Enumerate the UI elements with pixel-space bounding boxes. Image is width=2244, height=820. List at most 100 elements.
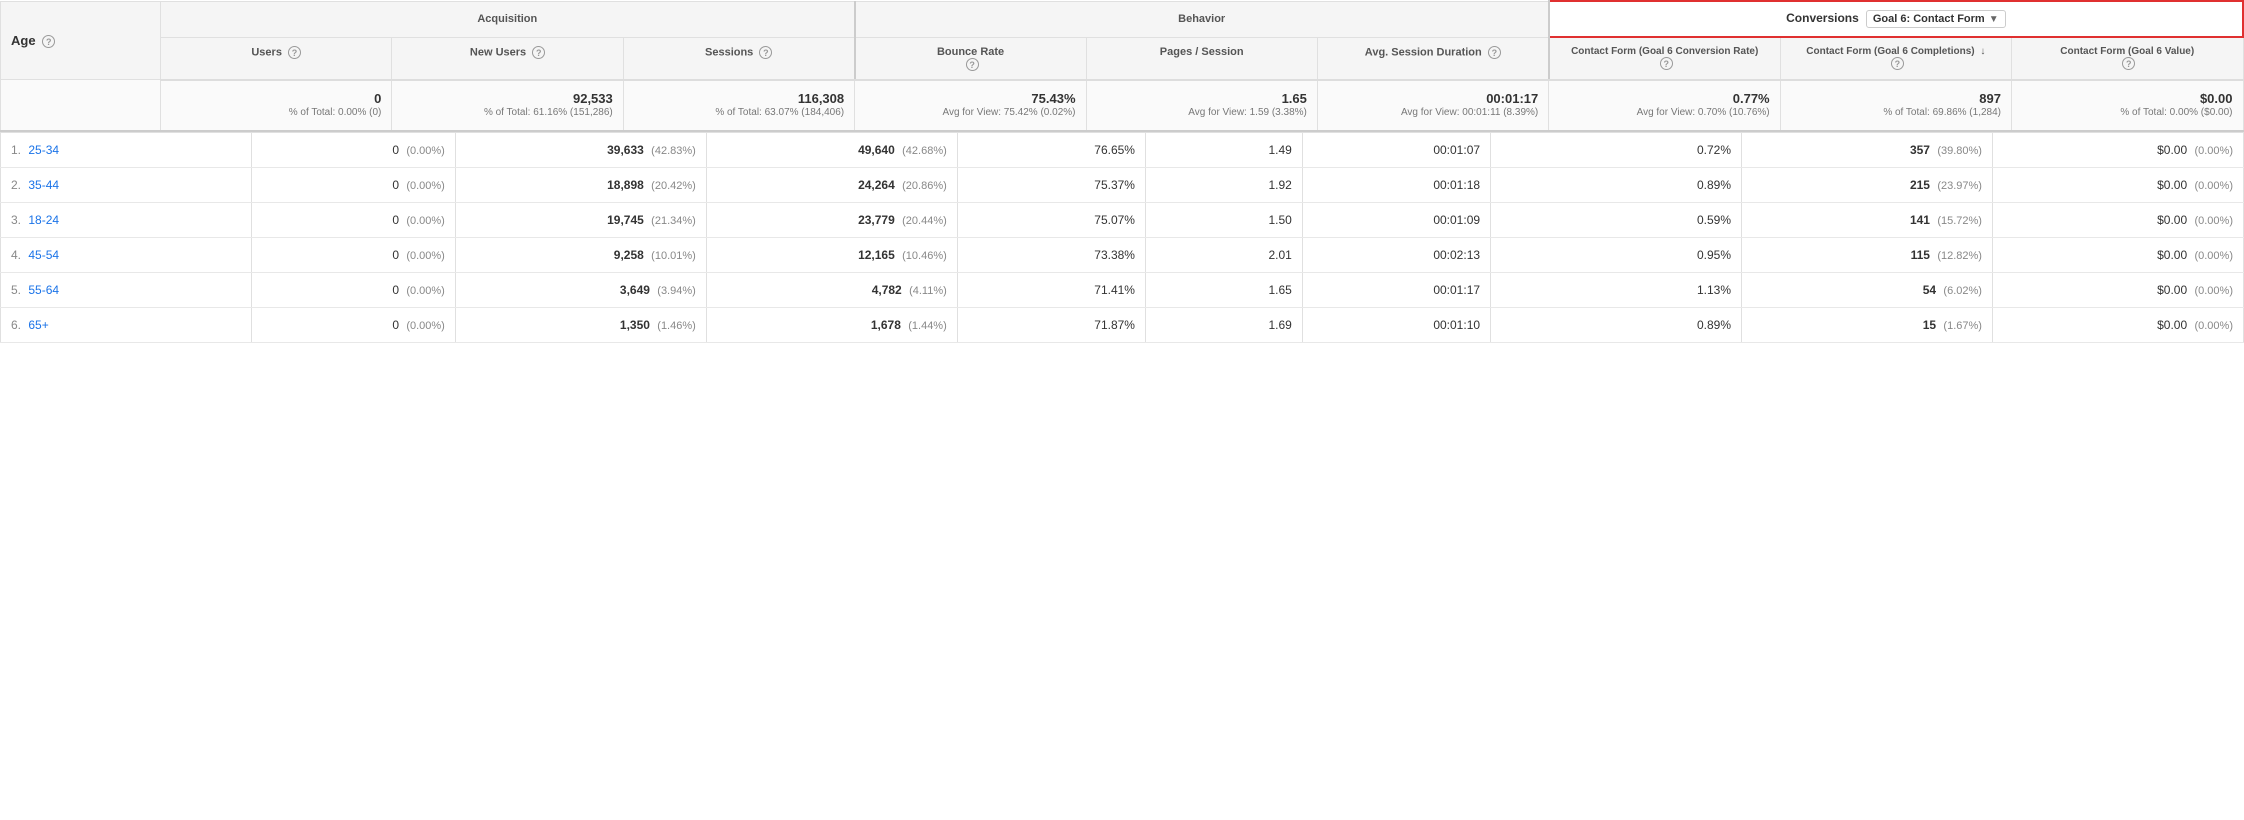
conversions-label: Conversions (1786, 11, 1859, 25)
new-users-cell-0: 39,633 (42.83%) (455, 132, 706, 167)
avg-session-col-header: Avg. Session Duration ? (1317, 37, 1548, 80)
table-row: 2. 35-44 0 (0.00%) 18,898 (20.42%) 24,26… (1, 167, 2244, 202)
conversions-dropdown[interactable]: Goal 6: Contact Form ▼ (1866, 10, 2006, 28)
age-link-5[interactable]: 65+ (28, 318, 48, 332)
bounce-rate-cell-1: 75.37% (957, 167, 1145, 202)
new-users-cell-1: 18,898 (20.42%) (455, 167, 706, 202)
users-cell-5: 0 (0.00%) (251, 307, 455, 342)
pages-cell-4: 1.65 (1145, 272, 1302, 307)
bounce-rate-col-header: Bounce Rate ? (855, 37, 1086, 80)
avg-session-cell-4: 00:01:17 (1302, 272, 1490, 307)
analytics-table: Age ? Acquisition Behavior Conversions G… (0, 0, 2244, 343)
users-cell-1: 0 (0.00%) (251, 167, 455, 202)
new-users-cell-4: 3,649 (3.94%) (455, 272, 706, 307)
users-col-header: Users ? (161, 37, 392, 80)
row-num-0: 1. (11, 143, 21, 157)
pages-cell-0: 1.49 (1145, 132, 1302, 167)
sessions-cell-1: 24,264 (20.86%) (706, 167, 957, 202)
conv-rate-cell-5: 0.89% (1491, 307, 1742, 342)
age-link-3[interactable]: 45-54 (28, 248, 59, 262)
acquisition-group-header: Acquisition (161, 1, 855, 37)
new-users-cell-2: 19,745 (21.34%) (455, 202, 706, 237)
conv-rate-help-icon[interactable]: ? (1660, 57, 1673, 70)
age-link-1[interactable]: 35-44 (28, 178, 59, 192)
bounce-rate-cell-2: 75.07% (957, 202, 1145, 237)
totals-row: 0 % of Total: 0.00% (0) 92,533 % of Tota… (1, 80, 2244, 131)
conv-val-cell-1: $0.00 (0.00%) (1992, 167, 2243, 202)
totals-avg-session-cell: 00:01:17 Avg for View: 00:01:11 (8.39%) (1317, 80, 1548, 131)
new-users-help-icon[interactable]: ? (532, 46, 545, 59)
behavior-group-header: Behavior (855, 1, 1549, 37)
conv-val-cell-3: $0.00 (0.00%) (1992, 237, 2243, 272)
dropdown-arrow-icon: ▼ (1989, 14, 1999, 25)
age-cell-2: 3. 18-24 (1, 202, 252, 237)
sessions-cell-2: 23,779 (20.44%) (706, 202, 957, 237)
table-row: 3. 18-24 0 (0.00%) 19,745 (21.34%) 23,77… (1, 202, 2244, 237)
bounce-rate-cell-5: 71.87% (957, 307, 1145, 342)
pages-cell-5: 1.69 (1145, 307, 1302, 342)
sort-down-icon[interactable]: ↓ (1980, 46, 1985, 57)
conv-comp-cell-5: 15 (1.67%) (1742, 307, 1993, 342)
new-users-cell-3: 9,258 (10.01%) (455, 237, 706, 272)
conv-comp-cell-3: 115 (12.82%) (1742, 237, 1993, 272)
pages-cell-3: 2.01 (1145, 237, 1302, 272)
conv-comp-col-header: Contact Form (Goal 6 Completions) ↓ ? (1780, 37, 2011, 80)
conversions-group-header: Conversions Goal 6: Contact Form ▼ (1549, 1, 2243, 37)
row-num-3: 4. (11, 248, 21, 262)
totals-sessions-cell: 116,308 % of Total: 63.07% (184,406) (623, 80, 854, 131)
bounce-help-icon[interactable]: ? (966, 58, 979, 71)
avg-session-cell-1: 00:01:18 (1302, 167, 1490, 202)
bounce-rate-cell-3: 73.38% (957, 237, 1145, 272)
totals-conv-comp-cell: 897 % of Total: 69.86% (1,284) (1780, 80, 2011, 131)
bounce-rate-cell-0: 76.65% (957, 132, 1145, 167)
conv-comp-cell-1: 215 (23.97%) (1742, 167, 1993, 202)
age-cell-5: 6. 65+ (1, 307, 252, 342)
avg-session-help-icon[interactable]: ? (1488, 46, 1501, 59)
new-users-cell-5: 1,350 (1.46%) (455, 307, 706, 342)
row-num-5: 6. (11, 318, 21, 332)
sessions-cell-5: 1,678 (1.44%) (706, 307, 957, 342)
conv-comp-cell-4: 54 (6.02%) (1742, 272, 1993, 307)
row-num-1: 2. (11, 178, 21, 192)
table-row: 1. 25-34 0 (0.00%) 39,633 (42.83%) 49,64… (1, 132, 2244, 167)
conv-rate-cell-2: 0.59% (1491, 202, 1742, 237)
totals-conv-val-cell: $0.00 % of Total: 0.00% ($0.00) (2012, 80, 2244, 131)
conv-val-cell-5: $0.00 (0.00%) (1992, 307, 2243, 342)
totals-bounce-cell: 75.43% Avg for View: 75.42% (0.02%) (855, 80, 1086, 131)
conv-val-cell-0: $0.00 (0.00%) (1992, 132, 2243, 167)
age-link-4[interactable]: 55-64 (28, 283, 59, 297)
conv-rate-cell-4: 1.13% (1491, 272, 1742, 307)
totals-new-users-cell: 92,533 % of Total: 61.16% (151,286) (392, 80, 623, 131)
totals-conv-rate-cell: 0.77% Avg for View: 0.70% (10.76%) (1549, 80, 1780, 131)
age-help-icon[interactable]: ? (42, 35, 55, 48)
sessions-help-icon[interactable]: ? (759, 46, 772, 59)
users-help-icon[interactable]: ? (288, 46, 301, 59)
sessions-cell-3: 12,165 (10.46%) (706, 237, 957, 272)
users-cell-0: 0 (0.00%) (251, 132, 455, 167)
table-row: 4. 45-54 0 (0.00%) 9,258 (10.01%) 12,165… (1, 237, 2244, 272)
totals-users-cell: 0 % of Total: 0.00% (0) (161, 80, 392, 131)
age-link-2[interactable]: 18-24 (28, 213, 59, 227)
totals-age-cell (1, 80, 161, 131)
age-cell-3: 4. 45-54 (1, 237, 252, 272)
row-num-2: 3. (11, 213, 21, 227)
sessions-col-header: Sessions ? (623, 37, 854, 80)
avg-session-cell-2: 00:01:09 (1302, 202, 1490, 237)
pages-cell-2: 1.50 (1145, 202, 1302, 237)
users-cell-2: 0 (0.00%) (251, 202, 455, 237)
new-users-col-header: New Users ? (392, 37, 623, 80)
table-row: 6. 65+ 0 (0.00%) 1,350 (1.46%) 1,678 (1.… (1, 307, 2244, 342)
conv-comp-help-icon[interactable]: ? (1891, 57, 1904, 70)
totals-pages-cell: 1.65 Avg for View: 1.59 (3.38%) (1086, 80, 1317, 131)
conv-val-col-header: Contact Form (Goal 6 Value) ? (2012, 37, 2244, 80)
avg-session-cell-5: 00:01:10 (1302, 307, 1490, 342)
conv-rate-cell-1: 0.89% (1491, 167, 1742, 202)
conv-rate-col-header: Contact Form (Goal 6 Conversion Rate) ? (1549, 37, 1780, 80)
age-link-0[interactable]: 25-34 (28, 143, 59, 157)
users-cell-3: 0 (0.00%) (251, 237, 455, 272)
conv-val-help-icon[interactable]: ? (2122, 57, 2135, 70)
pages-session-col-header: Pages / Session (1086, 37, 1317, 80)
conv-rate-cell-0: 0.72% (1491, 132, 1742, 167)
sessions-cell-4: 4,782 (4.11%) (706, 272, 957, 307)
conv-comp-cell-0: 357 (39.80%) (1742, 132, 1993, 167)
